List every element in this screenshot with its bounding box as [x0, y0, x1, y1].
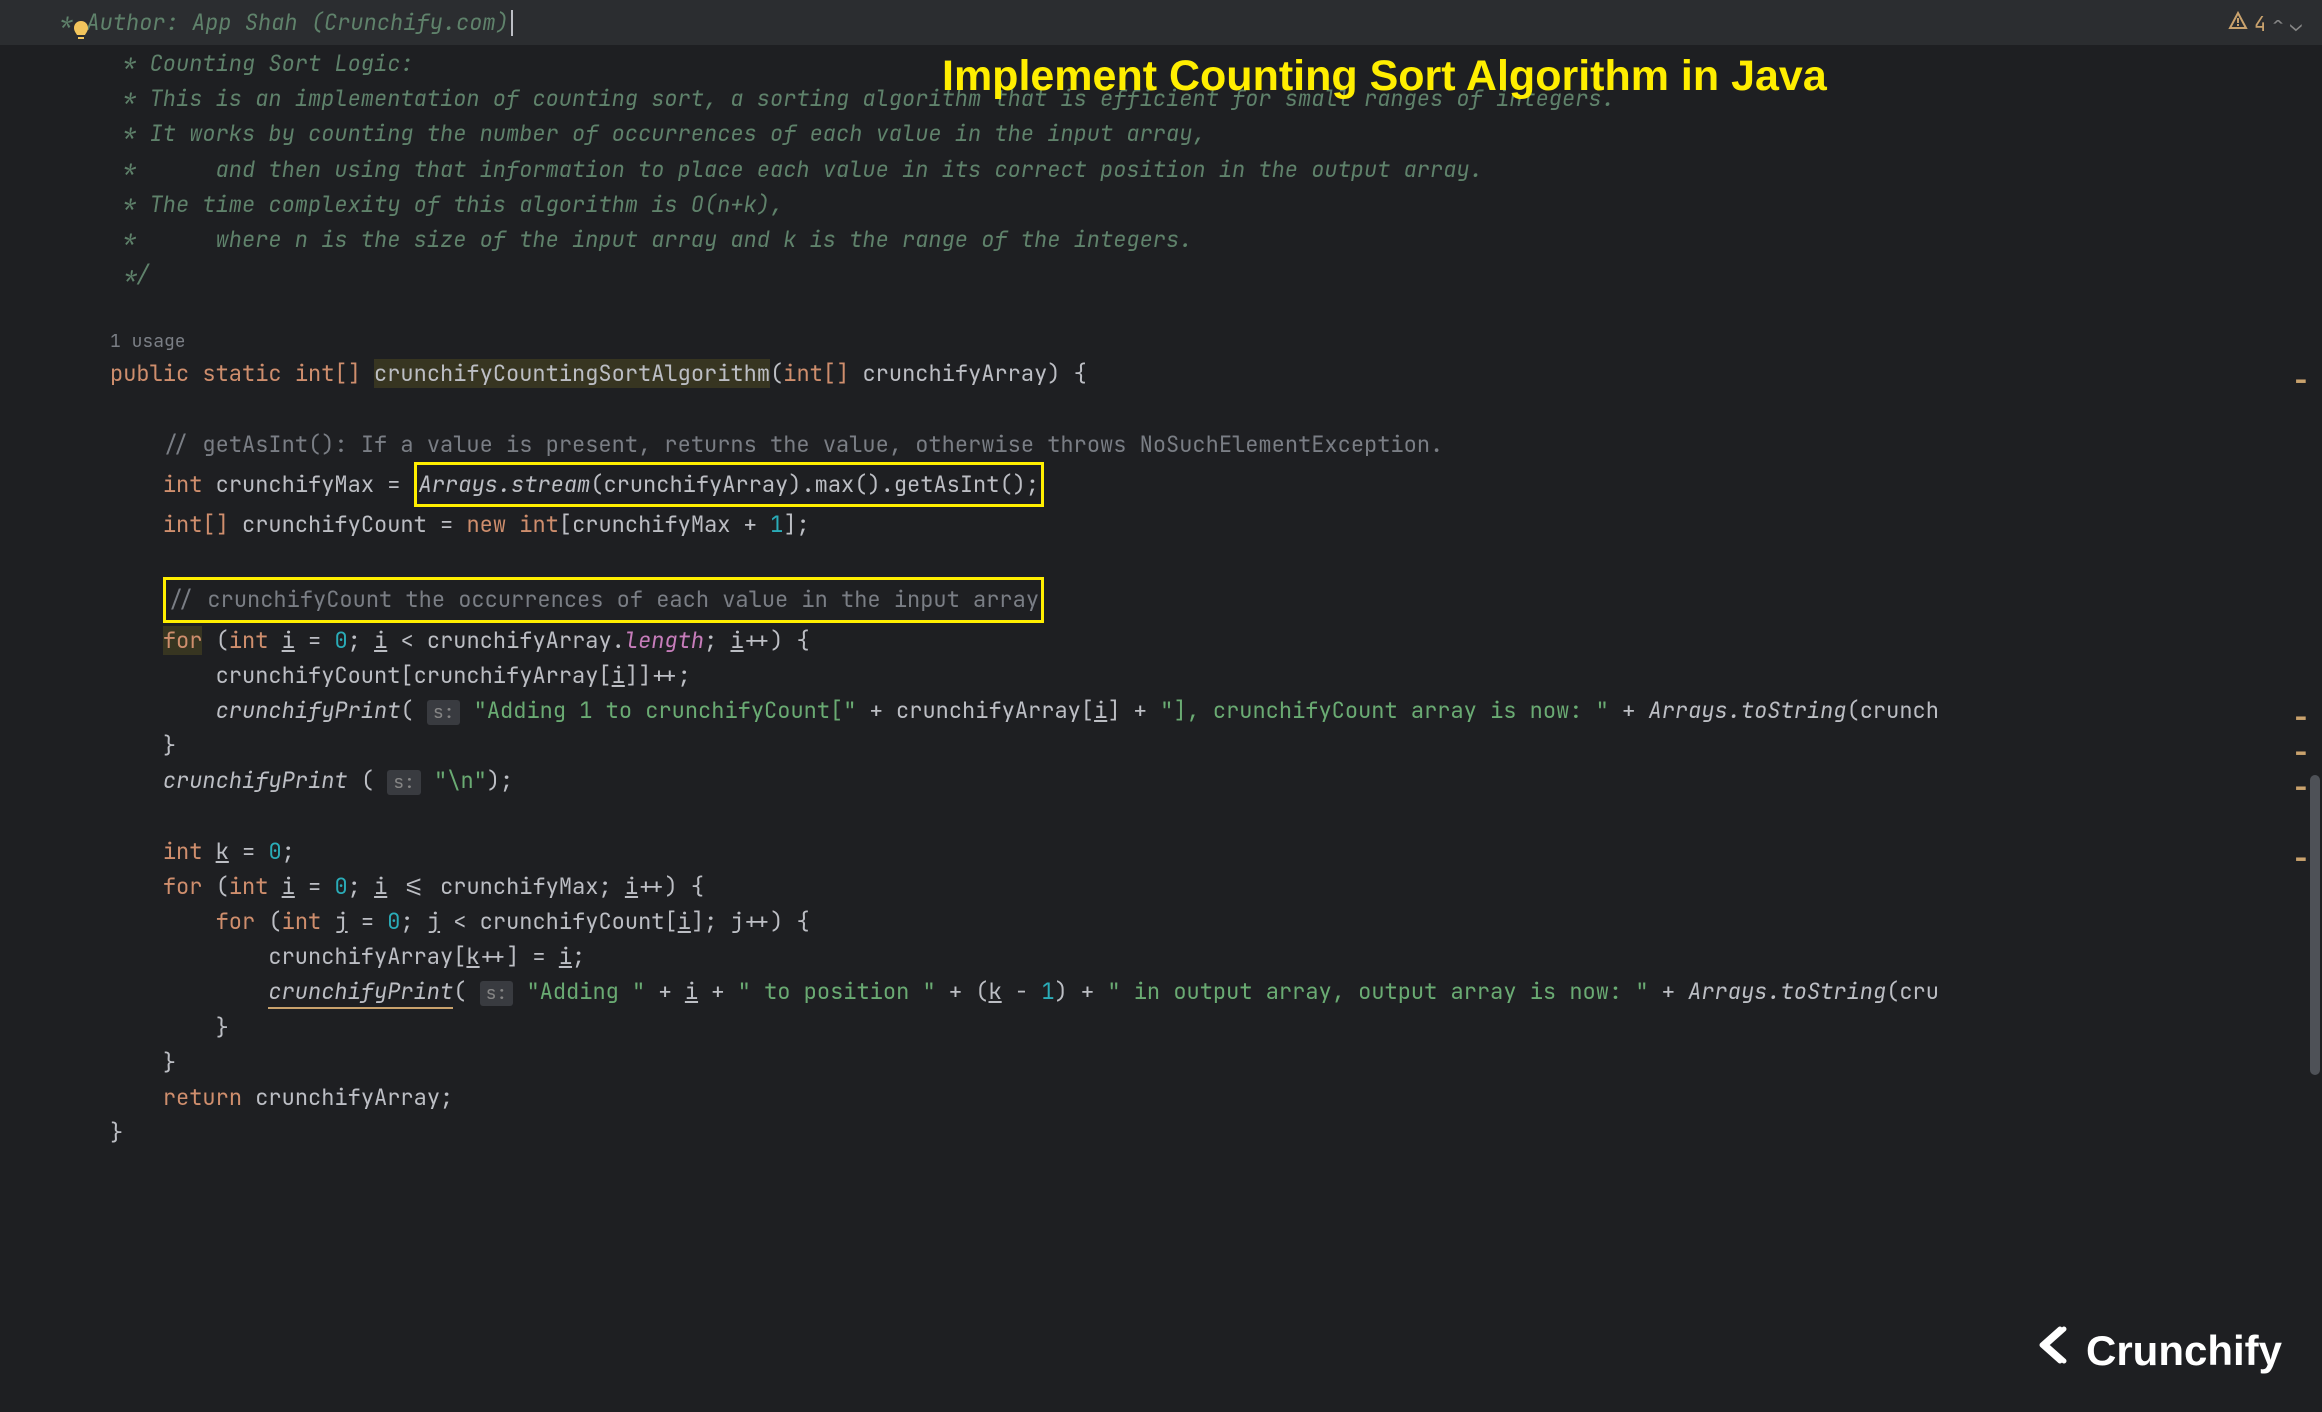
code-line: − crunchifyPrint( s: "Adding 1 to crunch… — [110, 693, 2322, 728]
crunchify-logo-icon — [2036, 1317, 2080, 1384]
code-line: } — [110, 1010, 2322, 1045]
code-line: // crunchifyCount the occurrences of eac… — [110, 577, 2322, 622]
code-line: for (int i = 0; i <= crunchifyMax; i++) … — [110, 869, 2322, 904]
warning-triangle-icon — [2228, 8, 2248, 40]
chevron-down-icon[interactable]: ⌄ — [2290, 8, 2302, 40]
fold-marker-icon[interactable]: − — [2292, 763, 2310, 811]
warnings-count: 4 — [2254, 8, 2266, 40]
code-line: − crunchifyPrint ( s: "\n"); — [110, 763, 2322, 798]
scrollbar[interactable] — [2310, 775, 2320, 1075]
code-editor[interactable]: * Counting Sort Logic: * This is an impl… — [0, 46, 2322, 1150]
lightbulb-icon[interactable] — [70, 16, 92, 38]
code-line: } — [110, 1045, 2322, 1080]
comment-line: * where n is the size of the input array… — [110, 222, 2322, 257]
code-line: int crunchifyMax = Arrays.stream(crunchi… — [110, 462, 2322, 507]
logo-text: Crunchify — [2086, 1317, 2282, 1384]
warnings-badge[interactable]: 4 ⌃ ⌄ — [2228, 8, 2302, 40]
title-overlay: Implement Counting Sort Algorithm in Jav… — [942, 42, 1827, 111]
code-line: return crunchifyArray; — [110, 1080, 2322, 1115]
code-line: crunchifyPrint( s: "Adding " + i + " to … — [110, 974, 2322, 1009]
method-signature: −public static int[] crunchifyCountingSo… — [110, 356, 2322, 391]
editor-tab-bar: * Author: App Shah (Crunchify.com) 4 ⌃ ⌄ — [0, 0, 2322, 46]
comment-line: */ — [110, 257, 2322, 292]
inline-comment: // getAsInt(): If a value is present, re… — [110, 427, 2322, 462]
crunchify-logo: Crunchify — [2036, 1317, 2282, 1384]
fold-marker-icon[interactable]: − — [2292, 356, 2310, 404]
code-line: − } — [110, 728, 2322, 763]
cursor — [511, 10, 513, 36]
chevron-up-icon[interactable]: ⌃ — [2272, 8, 2284, 40]
code-line: − int k = 0; — [110, 834, 2322, 869]
comment-line: * The time complexity of this algorithm … — [110, 187, 2322, 222]
top-bar-author: * Author: App Shah (Crunchify.com) — [60, 5, 509, 40]
code-line: for (int i = 0; i < crunchifyArray.lengt… — [110, 623, 2322, 658]
code-line: crunchifyArray[k++] = i; — [110, 939, 2322, 974]
code-line: for (int j = 0; j < crunchifyCount[i]; j… — [110, 904, 2322, 939]
code-line: int[] crunchifyCount = new int[crunchify… — [110, 507, 2322, 542]
code-line: crunchifyCount[crunchifyArray[i]]++; — [110, 658, 2322, 693]
code-line: } — [110, 1115, 2322, 1150]
comment-line: * and then using that information to pla… — [110, 152, 2322, 187]
usage-hint[interactable]: 1 usage — [110, 328, 2322, 357]
comment-line: * It works by counting the number of occ… — [110, 116, 2322, 151]
fold-marker-icon[interactable]: − — [2292, 834, 2310, 882]
